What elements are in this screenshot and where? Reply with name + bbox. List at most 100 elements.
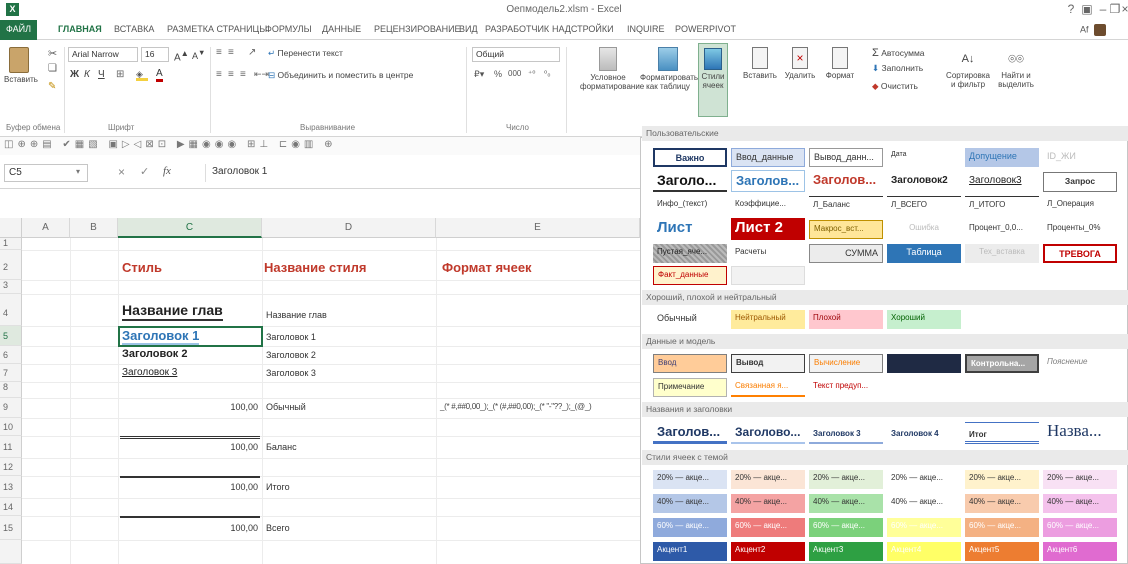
style-fakt-dannye[interactable]: Факт_данные [653,266,727,285]
header-style-name[interactable]: Название стиля [264,260,366,275]
style-dopushchenie[interactable]: Допущение [965,148,1039,167]
cell-styles-button[interactable]: Стили ячеек [698,43,728,117]
cell-c6[interactable]: Заголовок 2 [122,348,187,360]
format-as-table-button[interactable]: Форматировать как таблицу [640,47,698,91]
align-middle-icon[interactable]: ≡ [228,47,234,58]
tab-page-layout[interactable]: РАЗМЕТКА СТРАНИЦЫ [167,24,267,34]
style-60-accent6[interactable]: 60% — акце... [1043,518,1117,537]
row-header-13[interactable]: 13 [0,476,22,498]
style-accent5[interactable]: Акцент5 [965,542,1039,561]
style-vazhno[interactable]: Важно [653,148,727,167]
style-makros-vst[interactable]: Макрос_вст... [809,220,883,239]
style-neutral[interactable]: Нейтральный [731,310,805,329]
paste-button[interactable]: Вставить [4,47,38,84]
style-check-cell-dark[interactable] [887,354,961,373]
cut-icon[interactable]: ✂ [48,47,57,60]
style-explanatory[interactable]: Пояснение [1043,354,1117,373]
thousands-icon[interactable]: 000 [508,69,521,78]
style-20-accent6[interactable]: 20% — акце... [1043,470,1117,489]
enter-icon[interactable]: ✓ [140,165,149,178]
sort-filter-button[interactable]: A↓ Сортировка и фильтр [946,47,990,89]
tab-developer[interactable]: РАЗРАБОТЧИК [485,24,549,34]
cell-d13[interactable]: Итого [266,482,290,492]
tab-insert[interactable]: ВСТАВКА [114,24,154,34]
style-20-accent4[interactable]: 20% — акце... [887,470,961,489]
user-account[interactable]: Af [1080,24,1107,36]
row-header-16[interactable] [0,540,22,564]
style-pustaya-yache[interactable]: Пустая_яче... [653,244,727,263]
style-tekh-vstavka[interactable]: Тех_вставка [965,244,1039,263]
style-20-accent3[interactable]: 20% — акце... [809,470,883,489]
tab-review[interactable]: РЕЦЕНЗИРОВАНИЕ [374,24,461,34]
style-l-vsego[interactable]: Л_ВСЕГО [887,196,961,215]
row-header-4[interactable]: 4 [0,294,22,326]
style-list[interactable]: Лист [653,218,727,240]
style-60-accent2[interactable]: 60% — акце... [731,518,805,537]
fx-icon[interactable]: fx [163,165,171,177]
cell-c5[interactable]: Заголовок 1 [122,328,200,345]
borders-icon[interactable]: ⊞ [116,69,124,80]
style-warning-text[interactable]: Текст предуп... [809,378,883,397]
row-header-9[interactable]: 9 [0,398,22,418]
style-linked-cell[interactable]: Связанная я... [731,378,805,397]
style-zagolovok2[interactable]: Заголовок2 [887,170,961,192]
style-l-balans[interactable]: Л_Баланс [809,196,883,215]
style-40-accent3[interactable]: 40% — акце... [809,494,883,513]
tab-addins[interactable]: НАДСТРОЙКИ [552,24,614,34]
column-header-a[interactable]: A [22,218,70,238]
column-header-c[interactable]: C [118,218,262,238]
format-painter-icon[interactable]: ✎ [48,81,56,92]
cell-c4[interactable]: Название глав [122,302,223,321]
insert-cells-button[interactable]: Вставить [740,47,780,80]
style-data[interactable]: Дата [887,148,961,167]
row-header-5[interactable]: 5 [0,326,22,346]
align-left-icon[interactable]: ≡ [216,69,222,80]
style-accent4[interactable]: Акцент4 [887,542,961,561]
cell-d6[interactable]: Заголовок 2 [266,350,316,360]
column-header-b[interactable]: B [70,218,118,238]
close-icon[interactable]: × [1116,2,1128,16]
align-center-icon[interactable]: ≡ [228,69,234,80]
style-protsent-00[interactable]: Процент_0,0... [965,220,1039,239]
style-vvod-dannye[interactable]: Ввод_данные [731,148,805,167]
cell-c15[interactable]: 100,00 [118,523,258,533]
conditional-formatting-button[interactable]: Условное форматирование [580,47,644,91]
row-header-11[interactable]: 11 [0,436,22,458]
style-total[interactable]: Итог [965,422,1039,444]
grow-font-icon[interactable]: A▲ [174,48,189,63]
style-heading-1[interactable]: Заголов... [653,422,727,444]
style-zagolovok-blue[interactable]: Заголов... [731,170,805,192]
style-trevoga[interactable]: ТРЕВОГА [1043,244,1117,263]
style-60-accent5[interactable]: 60% — акце... [965,518,1039,537]
style-zagolovok-big[interactable]: Заголо... [653,170,727,192]
tab-powerpivot[interactable]: POWERPIVOT [675,24,736,34]
style-info-text[interactable]: Инфо_(текст) [653,196,727,215]
row-header-14[interactable]: 14 [0,498,22,516]
style-60-accent4[interactable]: 60% — акце... [887,518,961,537]
style-20-accent2[interactable]: 20% — акце... [731,470,805,489]
cell-d4[interactable]: Название глав [266,310,327,320]
style-output[interactable]: Вывод [731,354,805,373]
tab-inquire[interactable]: INQUIRE [627,24,665,34]
cell-d9[interactable]: Обычный [266,402,306,412]
clear-button[interactable]: ◆ Очистить [872,81,918,92]
style-koeffitsient[interactable]: Коэффицие... [731,196,805,215]
row-header-10[interactable]: 10 [0,418,22,436]
format-cells-button[interactable]: Формат [820,47,860,80]
style-zapros[interactable]: Запрос [1043,172,1117,192]
cell-d5[interactable]: Заголовок 1 [266,332,316,342]
style-accent1[interactable]: Акцент1 [653,542,727,561]
tab-data[interactable]: ДАННЫЕ [322,24,361,34]
indent-icon[interactable]: ⇤⇥ [254,69,269,80]
style-title[interactable]: Назва... [1043,420,1117,444]
find-select-button[interactable]: ⌾⌾ Найти и выделить [994,47,1038,89]
delete-cells-button[interactable]: × Удалить [780,47,820,80]
row-header-8[interactable]: 8 [0,382,22,398]
align-right-icon[interactable]: ≡ [240,69,246,80]
row-header-15[interactable]: 15 [0,516,22,540]
style-note[interactable]: Примечание [653,378,727,397]
style-list-2[interactable]: Лист 2 [731,218,805,240]
header-style[interactable]: Стиль [122,260,162,275]
select-all-corner[interactable] [0,218,22,238]
font-size-combo[interactable]: 16 [141,47,169,62]
